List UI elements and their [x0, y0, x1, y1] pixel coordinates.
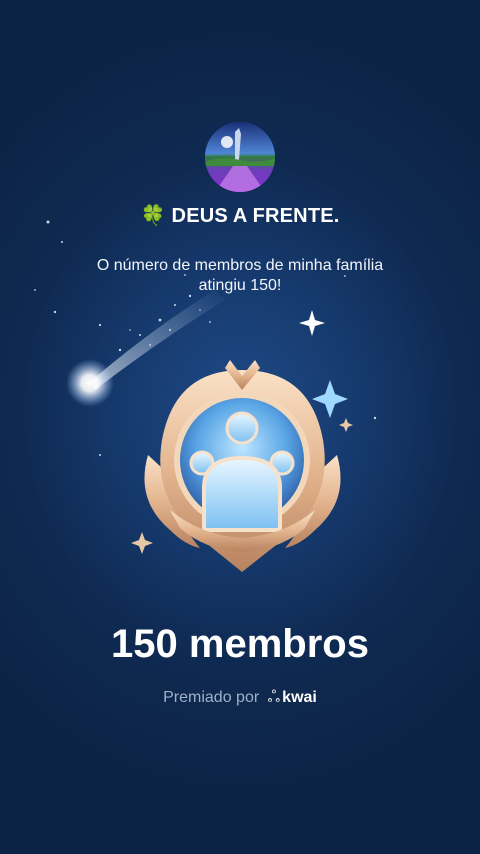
family-body-icon: [202, 455, 282, 532]
kwai-logo-icon: ஃ: [267, 689, 281, 706]
family-medal-badge: [144, 360, 341, 572]
awarded-by: Premiado por ஃ kwai: [0, 688, 480, 708]
star-sparkle-icon: [299, 310, 325, 336]
comet-head: [66, 359, 114, 407]
person-head-center: [225, 411, 259, 445]
kwai-brand: kwai: [282, 689, 317, 706]
awarded-by-label: Premiado por: [163, 689, 260, 706]
milestone-title: 150 membros: [111, 622, 369, 666]
